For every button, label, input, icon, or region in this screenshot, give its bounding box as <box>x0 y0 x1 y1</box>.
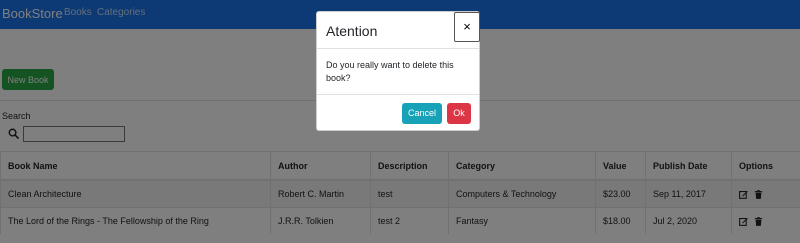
ok-button[interactable]: Ok <box>447 103 471 124</box>
modal-message: Do you really want to delete this book? <box>326 60 454 83</box>
cancel-button[interactable]: Cancel <box>402 103 442 124</box>
modal-footer-divider <box>317 94 479 95</box>
close-icon[interactable]: × <box>454 12 480 42</box>
delete-confirm-dialog: Atention × Do you really want to delete … <box>316 11 480 131</box>
page: BookStore Books Categories New Book Sear… <box>0 0 800 243</box>
modal-title: Atention <box>326 23 378 39</box>
